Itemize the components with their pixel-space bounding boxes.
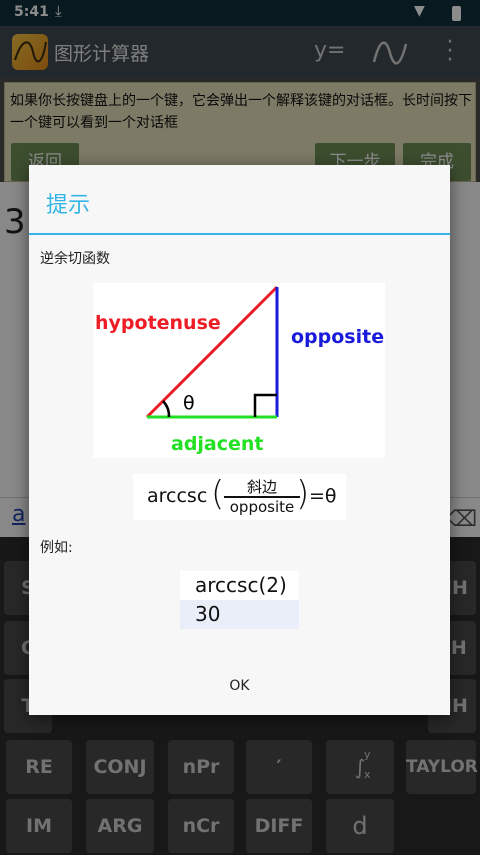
formula-left-paren: ( xyxy=(211,474,225,514)
adjacent-label: adjacent xyxy=(171,433,264,455)
example-input: arccsc(2) xyxy=(180,571,299,600)
hypotenuse-label: hypotenuse xyxy=(95,312,221,334)
formula-denominator: opposite xyxy=(229,498,295,516)
example-output: 30 xyxy=(180,600,299,629)
formula-function: arccsc xyxy=(147,485,208,507)
formula-right-paren: ) xyxy=(296,474,310,514)
formula-box: arccsc ( 斜边 opposite ) =θ xyxy=(133,474,346,520)
ok-button[interactable]: OK xyxy=(29,665,450,715)
triangle-diagram: hypotenuse opposite adjacent θ xyxy=(93,283,385,458)
opposite-label: opposite xyxy=(291,326,384,348)
right-angle-mark xyxy=(253,393,277,417)
angle-arc xyxy=(162,400,171,418)
example-label: 例如: xyxy=(40,540,73,556)
hint-dialog: 提示 逆余切函数 hypotenuse opposite adjacent θ … xyxy=(29,165,450,715)
formula-result: =θ xyxy=(309,485,337,507)
dialog-divider xyxy=(29,233,450,235)
dialog-title: 提示 xyxy=(46,193,91,218)
dialog-subtitle: 逆余切函数 xyxy=(40,251,110,267)
hypotenuse-line xyxy=(145,285,279,419)
angle-label: θ xyxy=(183,392,195,414)
formula-numerator: 斜边 xyxy=(246,478,277,496)
